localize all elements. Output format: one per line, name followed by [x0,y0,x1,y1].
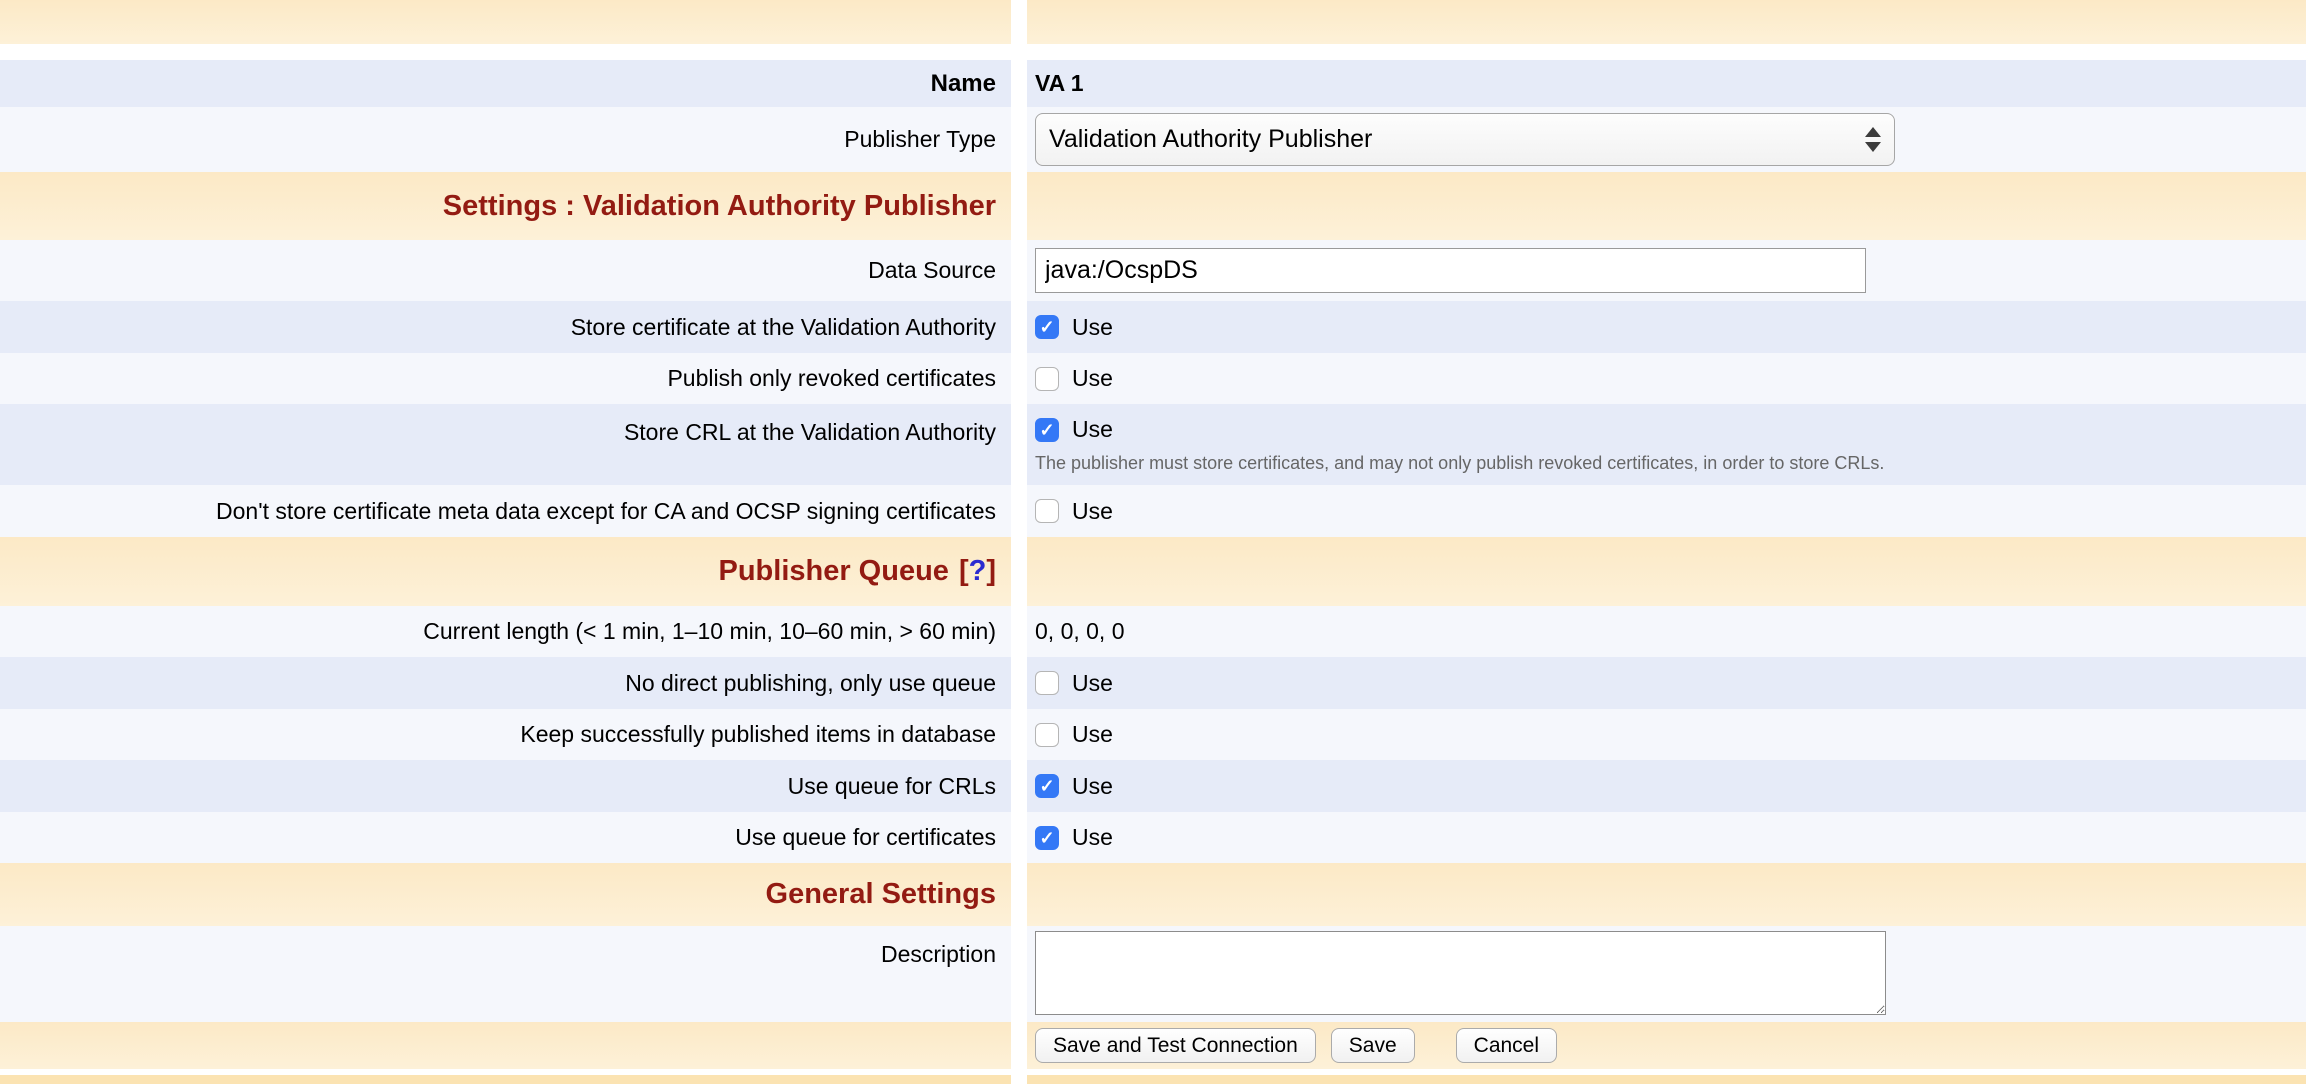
store-certificate-checkbox[interactable] [1035,315,1059,339]
publisher-edit-page: Name VA 1 Publisher Type Validation Auth… [0,0,2306,1084]
column-gutter [1011,60,1027,107]
bottom-band [0,1075,2306,1084]
keep-published-label: Keep successfully published items in dat… [520,720,996,749]
save-button[interactable]: Save [1331,1028,1415,1063]
column-gutter [1011,404,1027,485]
keep-published-checkbox[interactable] [1035,723,1059,747]
publisher-type-select[interactable]: Validation Authority Publisher [1035,113,1895,166]
column-gutter [1011,926,1027,1022]
save-and-test-button[interactable]: Save and Test Connection [1035,1028,1316,1063]
row-keep-published: Keep successfully published items in dat… [0,709,2306,760]
row-dont-store-meta: Don't store certificate meta data except… [0,485,2306,537]
column-gutter [1011,301,1027,353]
column-gutter [1011,172,1027,240]
column-gutter [1011,812,1027,863]
description-label: Description [881,940,996,969]
use-label: Use [1072,721,1113,748]
name-value: VA 1 [1035,70,1084,97]
column-gutter [1011,709,1027,760]
section-header-settings: Settings : Validation Authority Publishe… [0,172,2306,240]
row-no-direct-publishing: No direct publishing, only use queue Use [0,657,2306,709]
column-gutter [1011,485,1027,537]
data-source-input[interactable] [1035,248,1866,293]
dont-store-meta-label: Don't store certificate meta data except… [216,497,996,526]
section-header-general: General Settings [0,863,2306,926]
name-label: Name [931,69,996,99]
use-label: Use [1072,773,1113,800]
row-description: Description [0,926,2306,1022]
current-length-label: Current length (< 1 min, 1–10 min, 10–60… [423,617,996,646]
queue-crls-label: Use queue for CRLs [788,772,996,801]
publisher-type-selected-value: Validation Authority Publisher [1049,125,1372,154]
use-label: Use [1072,314,1113,341]
section-header-queue: Publisher Queue[?] [0,537,2306,606]
top-band [0,0,2306,44]
description-textarea[interactable] [1035,931,1886,1015]
row-store-certificate: Store certificate at the Validation Auth… [0,301,2306,353]
use-label: Use [1072,824,1113,851]
settings-section-title: Settings : Validation Authority Publishe… [443,190,996,223]
column-gutter [1011,760,1027,812]
general-section-title: General Settings [766,878,996,911]
row-data-source: Data Source [0,240,2306,301]
band-separator [0,44,2306,60]
queue-certificates-label: Use queue for certificates [735,823,996,852]
column-gutter [1011,353,1027,404]
column-gutter [1011,657,1027,709]
help-bracket: [ [959,555,969,587]
store-crl-note: The publisher must store certificates, a… [1035,453,1884,474]
column-gutter [1011,107,1027,172]
column-gutter [1011,1022,1027,1069]
dont-store-meta-checkbox[interactable] [1035,499,1059,523]
row-publisher-type: Publisher Type Validation Authority Publ… [0,107,2306,172]
use-label: Use [1072,670,1113,697]
current-length-value: 0, 0, 0, 0 [1035,618,1125,645]
row-queue-crls: Use queue for CRLs Use [0,760,2306,812]
use-label: Use [1072,498,1113,525]
column-gutter [1011,240,1027,301]
queue-section-title: Publisher Queue[?] [718,555,996,588]
publish-revoked-checkbox[interactable] [1035,367,1059,391]
row-store-crl: Store CRL at the Validation Authority Us… [0,404,2306,485]
use-label: Use [1072,365,1113,392]
row-current-length: Current length (< 1 min, 1–10 min, 10–60… [0,606,2306,657]
column-gutter [1011,606,1027,657]
row-publish-revoked: Publish only revoked certificates Use [0,353,2306,404]
publish-revoked-label: Publish only revoked certificates [667,364,996,393]
store-crl-label: Store CRL at the Validation Authority [624,418,996,447]
publisher-type-label: Publisher Type [844,125,996,154]
column-gutter [1011,1075,1027,1084]
row-queue-certificates: Use queue for certificates Use [0,812,2306,863]
use-label: Use [1072,416,1113,443]
data-source-label: Data Source [868,256,996,285]
queue-crls-checkbox[interactable] [1035,774,1059,798]
store-certificate-label: Store certificate at the Validation Auth… [571,313,996,342]
column-gutter [1011,537,1027,606]
store-crl-checkbox[interactable] [1035,418,1059,442]
help-bracket: ] [986,555,996,587]
no-direct-publishing-label: No direct publishing, only use queue [625,669,996,698]
column-gutter [1011,863,1027,926]
row-name: Name VA 1 [0,60,2306,107]
select-stepper-icon [1865,127,1881,152]
queue-certificates-checkbox[interactable] [1035,826,1059,850]
row-buttons: Save and Test Connection Save Cancel [0,1022,2306,1069]
help-link[interactable]: ? [969,555,987,587]
cancel-button[interactable]: Cancel [1456,1028,1557,1063]
no-direct-publishing-checkbox[interactable] [1035,671,1059,695]
column-gutter [1011,0,1027,44]
